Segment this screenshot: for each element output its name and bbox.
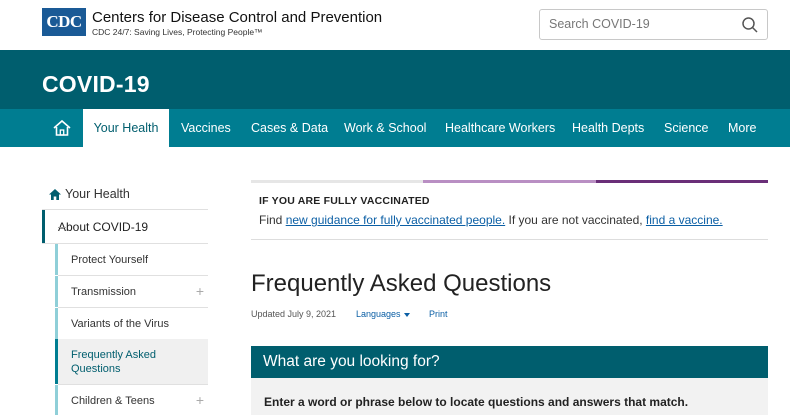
site-title[interactable]: COVID-19 [42, 71, 150, 98]
collapse-icon[interactable]: – [58, 218, 205, 234]
languages-dropdown[interactable]: Languages [356, 309, 410, 319]
sidebar-section-about-covid[interactable]: About COVID-19 – [42, 210, 208, 243]
tab-vaccines[interactable]: Vaccines [181, 109, 231, 147]
divider [251, 239, 768, 240]
print-link[interactable]: Print [429, 309, 448, 319]
faq-search-body: Enter a word or phrase below to locate q… [251, 378, 768, 415]
page-meta: Updated July 9, 2021 Languages Print [251, 309, 448, 319]
search-input[interactable] [549, 17, 729, 31]
languages-label: Languages [356, 309, 401, 319]
sidebar-item-label: Variants of the Virus [71, 318, 170, 330]
sidebar-item-label: Children & Teens [71, 395, 155, 407]
tab-cases-data[interactable]: Cases & Data [251, 109, 328, 147]
sidebar-item-transmission[interactable]: Transmission + [55, 276, 208, 307]
sidebar-item-label: Protect Yourself [71, 254, 149, 266]
alert-text: Find new guidance for fully vaccinated p… [259, 213, 723, 227]
page-title: Frequently Asked Questions [251, 270, 552, 297]
sidebar-item-label: Frequently Asked Questions [71, 349, 156, 375]
tab-your-health[interactable]: Your Health [83, 109, 169, 147]
tab-healthcare-workers[interactable]: Healthcare Workers [445, 109, 555, 147]
alert-text-middle: If you are not vaccinated, [505, 213, 646, 227]
sidebar-item-label: Transmission [71, 286, 136, 298]
site-title-band: COVID-19 [0, 50, 790, 109]
home-button[interactable] [42, 109, 82, 147]
org-name[interactable]: Centers for Disease Control and Preventi… [92, 9, 382, 26]
caret-down-icon [403, 312, 410, 317]
guidance-link[interactable]: new guidance for fully vaccinated people… [286, 213, 505, 227]
logo-text: CDC [46, 12, 82, 31]
org-tagline: CDC 24/7: Saving Lives, Protecting Peopl… [92, 27, 263, 37]
sidebar-parent-link[interactable]: Your Health [49, 187, 130, 201]
sidebar-parent-label: Your Health [65, 187, 130, 201]
home-icon [53, 119, 71, 136]
faq-search-heading: What are you looking for? [263, 353, 440, 370]
expand-icon[interactable]: + [196, 283, 204, 299]
tab-more[interactable]: More [728, 109, 756, 147]
find-vaccine-link[interactable]: find a vaccine. [646, 213, 723, 227]
alert-accent-bar [596, 180, 768, 183]
tab-health-depts[interactable]: Health Depts [572, 109, 644, 147]
faq-search-instruction: Enter a word or phrase below to locate q… [264, 395, 689, 409]
sidebar-item-faq[interactable]: Frequently Asked Questions [55, 339, 208, 384]
site-header: CDC Centers for Disease Control and Prev… [0, 0, 790, 50]
home-icon [49, 188, 61, 200]
sidebar-item-children-teens[interactable]: Children & Teens + [55, 385, 208, 415]
tab-work-school[interactable]: Work & School [344, 109, 426, 147]
search-box[interactable] [539, 9, 768, 40]
sidebar-item-variants[interactable]: Variants of the Virus [55, 308, 208, 339]
cdc-logo[interactable]: CDC [42, 8, 86, 36]
alert-text-before: Find [259, 213, 286, 227]
alert-title: IF YOU ARE FULLY VACCINATED [259, 195, 430, 207]
alert-accent-bar [423, 180, 596, 183]
search-icon[interactable] [741, 16, 759, 34]
tab-science[interactable]: Science [664, 109, 708, 147]
updated-date: Updated July 9, 2021 [251, 309, 337, 319]
faq-search-header: What are you looking for? [251, 346, 768, 378]
expand-icon[interactable]: + [196, 392, 204, 408]
sidebar-item-protect-yourself[interactable]: Protect Yourself [55, 244, 208, 275]
alert-accent-bar [251, 180, 423, 183]
main-nav: Your Health Vaccines Cases & Data Work &… [0, 109, 790, 147]
